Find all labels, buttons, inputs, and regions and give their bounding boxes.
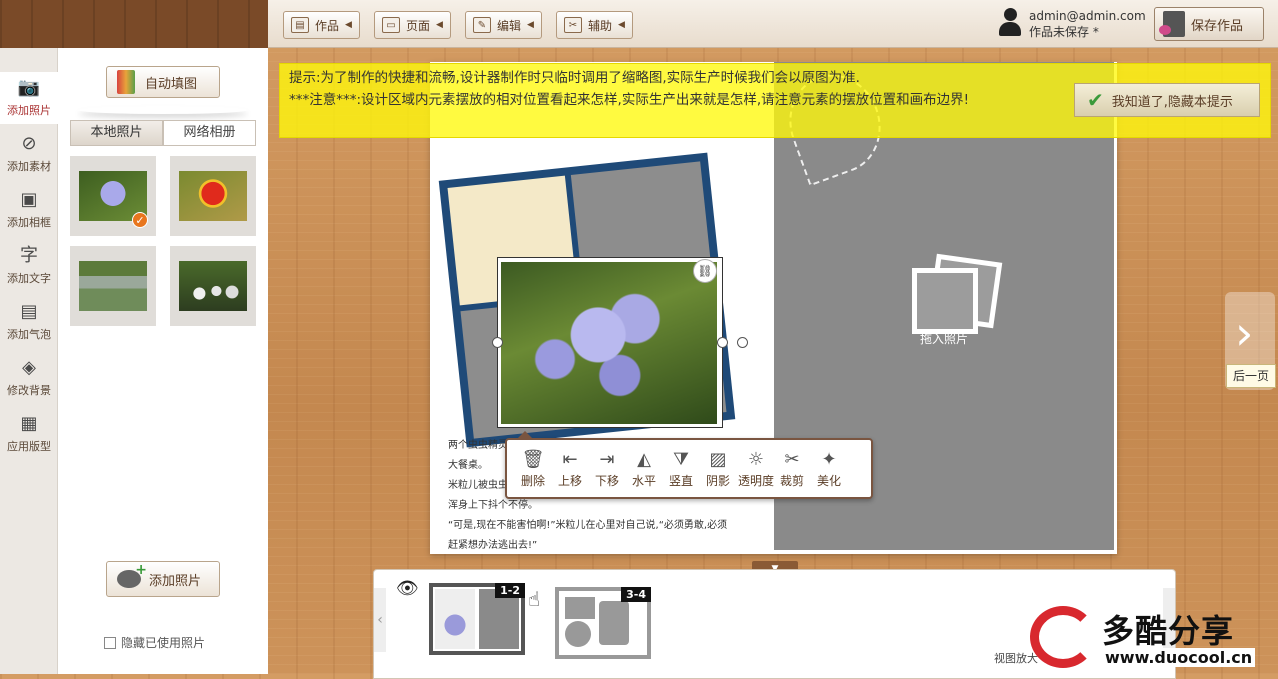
watermark-brand: 多酷分享: [1102, 612, 1235, 650]
page-icon: ▭: [382, 17, 400, 33]
eye-icon[interactable]: 👁: [396, 578, 419, 599]
notice-line-1: 提示:为了制作的快捷和流畅,设计器制作时只临时调用了缩略图,实际生产时候我们会以…: [289, 70, 860, 86]
drop-photo-label: 拖入照片: [919, 332, 968, 346]
nav-add-photo[interactable]: 📷 添加照片: [0, 72, 67, 124]
tab-web-album[interactable]: 网络相册: [163, 120, 256, 146]
photo-thumb[interactable]: [170, 246, 256, 326]
nav-add-text[interactable]: 字 添加文字: [0, 240, 58, 292]
text-icon: 字: [20, 245, 38, 266]
page-thumb-3-4[interactable]: 3-4: [555, 587, 651, 659]
paint-bucket-icon: ◈: [22, 357, 36, 378]
chevron-left-icon[interactable]: ‹: [374, 588, 386, 652]
shadow-button[interactable]: ▨ 阴影: [700, 448, 736, 489]
next-page-label: 后一页: [1226, 364, 1276, 388]
menu-tools-button[interactable]: ✂ 辅助 ◀: [556, 11, 633, 39]
photo-thumb[interactable]: ✓: [70, 156, 156, 236]
menu-edit-button[interactable]: ✎ 编辑 ◀: [465, 11, 542, 39]
top-left-banner: [0, 0, 268, 48]
photo-thumb[interactable]: [170, 156, 256, 236]
save-icon: [1159, 11, 1185, 37]
auto-fill-button[interactable]: 自动填图: [106, 66, 220, 98]
check-icon: ✓: [132, 212, 148, 228]
menu-work-button[interactable]: ▤ 作品 ◀: [283, 11, 360, 39]
layout-icon: ▦: [20, 413, 38, 434]
opacity-icon: ☼: [747, 449, 765, 470]
save-work-button[interactable]: 保存作品: [1154, 7, 1264, 41]
photo-source-tabs: 本地照片 网络相册: [70, 120, 256, 146]
add-photo-button[interactable]: 添加照片: [106, 561, 220, 597]
tools-icon: ✂: [564, 17, 582, 33]
crop-icon: ✂: [784, 449, 800, 470]
move-down-icon: ⇥: [599, 449, 615, 470]
dragon-logo-icon: [1030, 606, 1096, 668]
resize-handle-right[interactable]: [717, 337, 728, 348]
material-icon: ⊘: [21, 133, 37, 154]
selected-photo[interactable]: [497, 257, 723, 428]
drag-hand-icon: ☝: [528, 587, 541, 611]
opacity-button[interactable]: ☼ 透明度: [735, 448, 777, 489]
menu-page-button[interactable]: ▭ 页面 ◀: [374, 11, 451, 39]
watermark: 多酷分享 www.duocool.cn: [1030, 604, 1278, 674]
rotate-handle[interactable]: [737, 337, 748, 348]
user-avatar-icon: [999, 8, 1021, 36]
photo-panel: 自动填图 本地照片 网络相册 ✓ 添加照片 隐藏已使用照片: [58, 48, 268, 674]
flip-vertical-icon: ⧩: [672, 449, 690, 470]
watermark-url: www.duocool.cn: [1102, 648, 1256, 667]
user-email: admin@admin.com: [1029, 9, 1146, 23]
caret-left-icon: ◀: [436, 20, 443, 30]
notice-banner: 提示:为了制作的快捷和流畅,设计器制作时只临时调用了缩略图,实际生产时候我们会以…: [279, 63, 1271, 138]
photo-thumb[interactable]: [70, 246, 156, 326]
shadow-icon: ▨: [709, 449, 727, 470]
page-number: 1-2: [495, 583, 525, 598]
checkmark-icon: ✔: [1087, 88, 1104, 112]
frame-icon: ▣: [20, 189, 38, 210]
book-icon: ▤: [291, 17, 309, 33]
save-status: 作品未保存 *: [1029, 25, 1099, 39]
link-icon[interactable]: ⛓: [693, 259, 717, 283]
flower-photo: [501, 262, 717, 424]
page-number: 3-4: [621, 587, 651, 602]
page-thumb-1-2[interactable]: 1-2: [429, 583, 525, 655]
user-info: admin@admin.com 作品未保存 *: [999, 8, 1146, 40]
delete-button[interactable]: 🗑 删除: [515, 448, 551, 489]
flip-vertical-button[interactable]: ⧩ 竖直: [663, 448, 699, 489]
bubble-icon: ▤: [20, 301, 38, 322]
magic-wand-icon: ✦: [821, 449, 837, 470]
edit-icon: ✎: [473, 17, 491, 33]
move-up-button[interactable]: ⇤ 上移: [552, 448, 588, 489]
caret-left-icon: ◀: [618, 20, 625, 30]
camera-icon: 📷: [17, 77, 41, 98]
photo-toolbar: 🗑 删除 ⇤ 上移 ⇥ 下移 ◭ 水平 ⧩ 竖直 ▨ 阴影 ☼ 透明度 ✂ 裁剪…: [505, 431, 873, 499]
resize-handle-left[interactable]: [492, 337, 503, 348]
flip-horizontal-icon: ◭: [637, 449, 651, 470]
trash-icon: 🗑: [521, 449, 545, 470]
crop-button[interactable]: ✂ 裁剪: [774, 448, 810, 489]
move-down-button[interactable]: ⇥ 下移: [589, 448, 625, 489]
nav-change-background[interactable]: ◈ 修改背景: [0, 352, 58, 404]
move-up-icon: ⇤: [562, 449, 578, 470]
nav-add-bubble[interactable]: ▤ 添加气泡: [0, 296, 58, 348]
tab-local-photos[interactable]: 本地照片: [70, 120, 163, 146]
chevron-right-icon: ›: [1235, 306, 1254, 360]
caret-left-icon: ◀: [345, 20, 352, 30]
flip-horizontal-button[interactable]: ◭ 水平: [626, 448, 662, 489]
left-nav: 📷 添加照片 ⊘ 添加素材 ▣ 添加相框 字 添加文字 ▤ 添加气泡 ◈ 修改背…: [0, 48, 67, 674]
caret-left-icon: ◀: [527, 20, 534, 30]
hide-notice-button[interactable]: ✔ 我知道了,隐藏本提示: [1074, 83, 1260, 117]
nav-add-frame[interactable]: ▣ 添加相框: [0, 184, 58, 236]
beautify-button[interactable]: ✦ 美化: [811, 448, 847, 489]
nav-add-material[interactable]: ⊘ 添加素材: [0, 128, 58, 180]
photo-book-icon: [117, 70, 135, 94]
add-photo-icon: [117, 562, 147, 588]
notice-line-2: ***注意***:设计区域内元素摆放的相对位置看起来怎样,实际生产出来就是怎样,…: [289, 92, 970, 108]
hide-used-checkbox[interactable]: 隐藏已使用照片: [104, 634, 205, 651]
nav-apply-layout[interactable]: ▦ 应用版型: [0, 408, 58, 460]
